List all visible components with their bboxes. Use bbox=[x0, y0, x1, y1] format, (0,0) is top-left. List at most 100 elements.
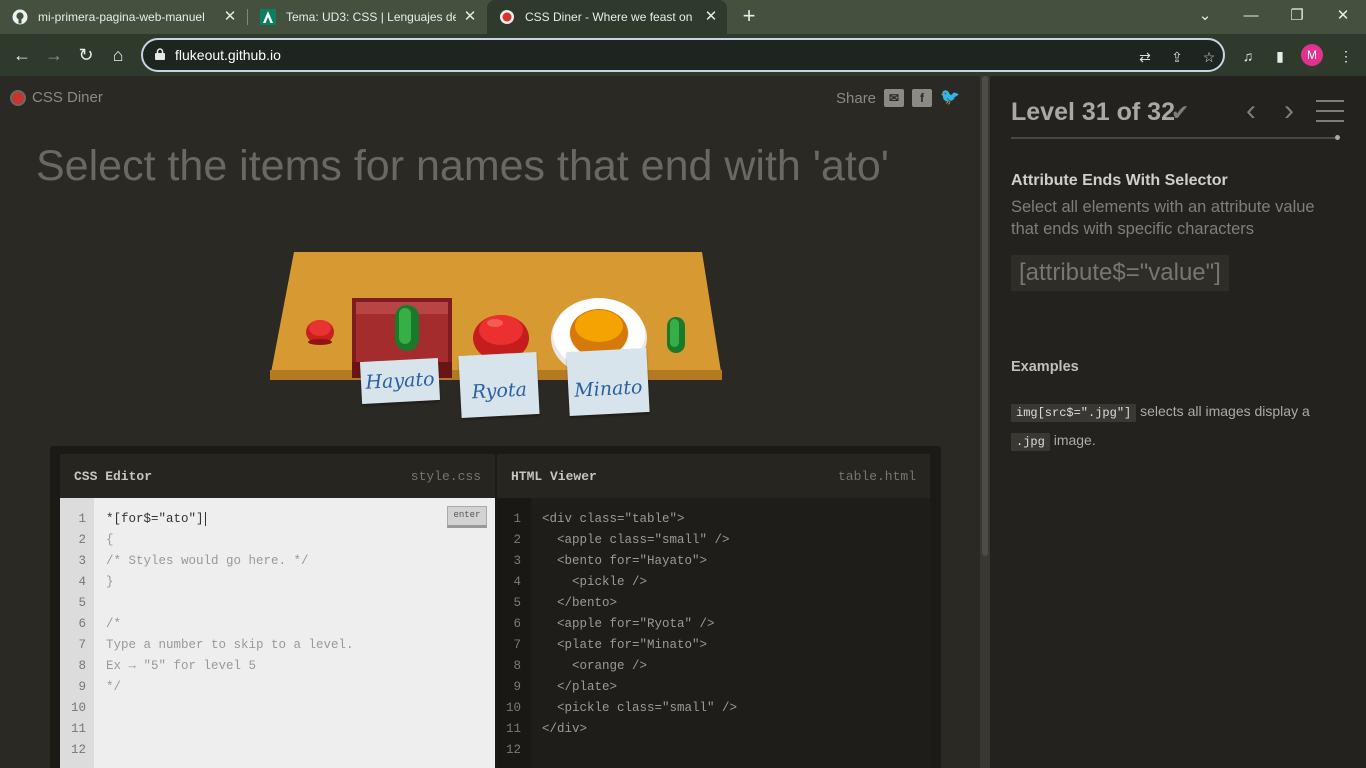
selector-description: Select all elements with an attribute va… bbox=[1011, 198, 1315, 238]
line-number: 11 bbox=[505, 722, 521, 736]
editor-panel: CSS Editor style.css HTML Viewer table.h… bbox=[50, 446, 941, 768]
tab-cssdiner[interactable]: CSS Diner - Where we feast on C ✕ bbox=[487, 0, 727, 34]
back-icon[interactable]: ← bbox=[11, 44, 33, 66]
line-number: 4 bbox=[78, 575, 86, 589]
line-number: 7 bbox=[513, 638, 521, 652]
css-selector-input[interactable]: *[for$="ato"] bbox=[106, 512, 206, 526]
html-line-gutter: 1 2 3 4 5 6 7 8 9 10 11 12 bbox=[497, 498, 531, 768]
reload-icon[interactable]: ↻ bbox=[75, 44, 97, 66]
small-apple[interactable] bbox=[304, 316, 336, 346]
tab-github[interactable]: mi-primera-pagina-web-manuel ✕ bbox=[0, 0, 246, 34]
html-viewer-header: HTML Viewer table.html bbox=[497, 454, 930, 498]
html-line[interactable]: <bento for="Hayato"> bbox=[542, 554, 707, 568]
toolbar: ← → ↻ ⌂ flukeout.github.io ⇄ ⇪ ☆ ♫ ▮ M ⋮ bbox=[0, 34, 1366, 76]
facebook-icon[interactable]: f bbox=[912, 89, 933, 107]
html-line[interactable]: <apple for="Ryota" /> bbox=[542, 617, 715, 631]
scrollbar-thumb[interactable] bbox=[982, 76, 988, 556]
close-tab-icon[interactable]: ✕ bbox=[222, 9, 238, 25]
forward-icon[interactable]: → bbox=[43, 44, 65, 66]
html-line[interactable]: <pickle class="small" /> bbox=[542, 701, 737, 715]
html-file-name: table.html bbox=[837, 469, 916, 484]
code-line: /* bbox=[106, 617, 122, 631]
code-line: { bbox=[106, 533, 114, 547]
examples-title: Examples bbox=[1011, 359, 1079, 375]
line-number: 7 bbox=[78, 638, 86, 652]
share-page-icon[interactable]: ⇪ bbox=[1168, 48, 1186, 66]
avatar[interactable]: M bbox=[1301, 44, 1323, 66]
bookmark-star-icon[interactable]: ☆ bbox=[1200, 48, 1218, 66]
level-indicator: Level 31 of 32 bbox=[1011, 98, 1175, 126]
home-icon[interactable]: ⌂ bbox=[107, 44, 129, 66]
html-line[interactable]: <orange /> bbox=[542, 659, 647, 673]
line-number: 6 bbox=[513, 617, 521, 631]
url-text: flukeout.github.io bbox=[175, 47, 281, 63]
small-pickle[interactable] bbox=[666, 316, 686, 354]
tab-title: mi-primera-pagina-web-manuel bbox=[38, 10, 205, 24]
tab-strip: mi-primera-pagina-web-manuel ✕ Tema: UD3… bbox=[0, 0, 1366, 34]
example: img[src$=".jpg"] selects all images disp… bbox=[1011, 398, 1351, 456]
name-card-label: Minato bbox=[573, 376, 643, 402]
code-line: */ bbox=[106, 680, 122, 694]
html-viewer-title: HTML Viewer bbox=[511, 469, 597, 484]
name-card-hayato[interactable]: Hayato bbox=[359, 357, 441, 405]
close-window-icon[interactable]: ✕ bbox=[1332, 6, 1354, 26]
line-number: 6 bbox=[78, 617, 86, 631]
html-line[interactable]: </plate> bbox=[542, 680, 617, 694]
example-text: selects all images display a bbox=[1140, 403, 1310, 419]
level-menu-icon[interactable] bbox=[1316, 100, 1344, 122]
tab-search-icon[interactable]: ⌄ bbox=[1194, 6, 1216, 26]
html-line[interactable]: </div> bbox=[542, 722, 587, 736]
github-icon bbox=[12, 9, 28, 25]
side-panel-icon[interactable]: ▮ bbox=[1270, 46, 1290, 66]
address-bar[interactable]: flukeout.github.io ⇄ ⇪ ☆ bbox=[141, 38, 1225, 72]
tab-title: CSS Diner - Where we feast on C bbox=[525, 10, 695, 24]
lock-icon bbox=[155, 48, 165, 60]
more-menu-icon[interactable]: ⋮ bbox=[1336, 46, 1356, 66]
line-number: 9 bbox=[78, 680, 86, 694]
restore-icon[interactable]: ❐ bbox=[1286, 6, 1308, 26]
html-line[interactable]: <plate for="Minato"> bbox=[542, 638, 707, 652]
previous-level-icon[interactable]: ‹ bbox=[1246, 96, 1268, 126]
code-line: Type a number to skip to a level. bbox=[106, 638, 354, 652]
game-area: CSS Diner Share ✉ f 🐦 Select the items f… bbox=[0, 76, 980, 768]
line-number: 11 bbox=[70, 722, 86, 736]
html-viewer: 1 2 3 4 5 6 7 8 9 10 11 12 <div class="t… bbox=[497, 498, 930, 768]
html-line[interactable]: <div class="table"> bbox=[542, 512, 685, 526]
name-card-ryota[interactable]: Ryota bbox=[458, 352, 540, 418]
logo[interactable]: CSS Diner bbox=[10, 89, 103, 106]
close-tab-icon[interactable]: ✕ bbox=[703, 9, 719, 25]
css-file-name: style.css bbox=[410, 469, 481, 484]
level-panel: Level 31 of 32 ✔ ‹ › Attribute Ends With… bbox=[990, 76, 1366, 768]
enter-button[interactable]: enter bbox=[447, 506, 487, 528]
line-number: 8 bbox=[513, 659, 521, 673]
line-number: 2 bbox=[78, 533, 86, 547]
close-tab-icon[interactable]: ✕ bbox=[462, 9, 478, 25]
twitter-icon[interactable]: 🐦 bbox=[940, 89, 960, 107]
example-text-2: image. bbox=[1053, 432, 1096, 448]
tab-moodle[interactable]: Tema: UD3: CSS | Lenguajes de m ✕ bbox=[248, 0, 486, 34]
html-line[interactable]: <apple class="small" /> bbox=[542, 533, 730, 547]
page: CSS Diner Share ✉ f 🐦 Select the items f… bbox=[0, 76, 1366, 768]
email-icon[interactable]: ✉ bbox=[884, 89, 905, 107]
line-number: 1 bbox=[513, 512, 521, 526]
line-number: 3 bbox=[513, 554, 521, 568]
level-progress-bar bbox=[1011, 135, 1340, 140]
cssdiner-icon bbox=[500, 10, 514, 24]
translate-icon[interactable]: ⇄ bbox=[1136, 48, 1154, 66]
line-number: 9 bbox=[513, 680, 521, 694]
scrollbar[interactable] bbox=[980, 76, 990, 768]
line-number: 1 bbox=[78, 512, 86, 526]
code-line: Ex → "5" for level 5 bbox=[106, 659, 257, 673]
code-line: } bbox=[106, 575, 114, 589]
new-tab-button[interactable]: + bbox=[738, 5, 760, 27]
html-line[interactable]: </bento> bbox=[542, 596, 617, 610]
minimize-icon[interactable]: — bbox=[1240, 6, 1262, 26]
code-line: /* Styles would go here. */ bbox=[106, 554, 309, 568]
html-line[interactable]: <pickle /> bbox=[542, 575, 647, 589]
selector-syntax: [attribute$="value"] bbox=[1011, 255, 1229, 291]
name-card-minato[interactable]: Minato bbox=[566, 347, 650, 417]
next-level-icon[interactable]: › bbox=[1284, 96, 1306, 126]
media-icon[interactable]: ♫ bbox=[1238, 46, 1258, 66]
moodle-icon bbox=[260, 9, 276, 25]
pickle[interactable] bbox=[394, 304, 420, 352]
